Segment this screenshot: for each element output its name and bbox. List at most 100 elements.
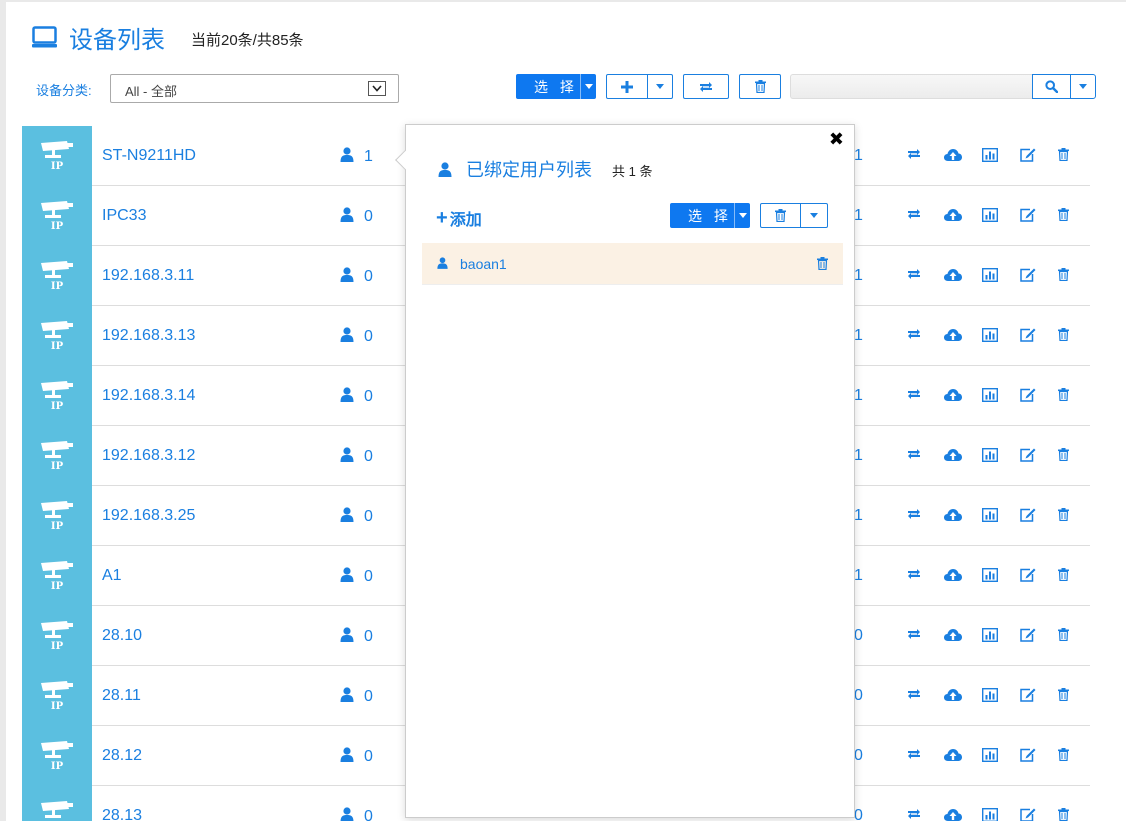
retweet-icon[interactable]	[906, 208, 944, 222]
device-secondary-count[interactable]: 1	[854, 507, 863, 525]
chevron-down-icon[interactable]	[801, 213, 827, 218]
upload-cloud-icon[interactable]	[944, 388, 982, 402]
device-secondary-count[interactable]: 0	[854, 687, 863, 705]
upload-cloud-icon[interactable]	[944, 688, 982, 702]
upload-cloud-icon[interactable]	[944, 628, 982, 642]
bar-chart-icon[interactable]	[982, 808, 1020, 821]
bar-chart-icon[interactable]	[982, 268, 1020, 282]
add-user-button[interactable]: + 添加	[436, 206, 482, 230]
edit-icon[interactable]	[1020, 388, 1058, 402]
trash-icon[interactable]	[1058, 268, 1096, 282]
device-secondary-count[interactable]: 1	[854, 207, 863, 225]
retweet-icon[interactable]	[906, 808, 944, 821]
device-name[interactable]: 192.168.3.13	[102, 327, 195, 345]
device-secondary-count[interactable]: 0	[854, 627, 863, 645]
edit-icon[interactable]	[1020, 208, 1058, 222]
bound-user-row[interactable]: baoan1	[422, 243, 843, 285]
device-name[interactable]: A1	[102, 567, 122, 585]
bound-user-count[interactable]: 1	[340, 147, 373, 167]
trash-icon[interactable]	[1058, 748, 1096, 762]
device-name[interactable]: 28.11	[102, 687, 141, 705]
bar-chart-icon[interactable]	[982, 568, 1020, 582]
retweet-icon[interactable]	[906, 148, 944, 162]
device-secondary-count[interactable]: 1	[854, 327, 863, 345]
retweet-icon[interactable]	[906, 688, 944, 702]
bound-user-count[interactable]: 0	[340, 387, 373, 407]
trash-icon[interactable]	[1058, 208, 1096, 222]
device-name[interactable]: 192.168.3.12	[102, 447, 195, 465]
trash-icon[interactable]	[1058, 508, 1096, 522]
device-secondary-count[interactable]: 1	[854, 147, 863, 165]
category-select[interactable]: All - 全部	[110, 74, 399, 103]
bound-user-count[interactable]: 0	[340, 687, 373, 707]
device-name[interactable]: 192.168.3.11	[102, 267, 194, 285]
trash-icon[interactable]	[1058, 808, 1096, 821]
add-device-split-button[interactable]	[606, 74, 673, 99]
trash-icon[interactable]	[1058, 688, 1096, 702]
search-input[interactable]	[790, 74, 1033, 99]
trash-icon[interactable]	[761, 209, 800, 222]
edit-icon[interactable]	[1020, 568, 1058, 582]
trash-icon[interactable]	[817, 257, 828, 270]
edit-icon[interactable]	[1020, 268, 1058, 282]
device-name[interactable]: 28.10	[102, 627, 142, 645]
device-name[interactable]: 192.168.3.25	[102, 507, 195, 525]
bar-chart-icon[interactable]	[982, 208, 1020, 222]
device-name[interactable]: 192.168.3.14	[102, 387, 195, 405]
search-button[interactable]	[1032, 74, 1071, 99]
trash-icon[interactable]	[1058, 628, 1096, 642]
bar-chart-icon[interactable]	[982, 148, 1020, 162]
bound-user-count[interactable]: 0	[340, 747, 373, 767]
edit-icon[interactable]	[1020, 748, 1058, 762]
chevron-down-icon[interactable]	[648, 84, 672, 89]
bound-user-count[interactable]: 0	[340, 627, 373, 647]
bound-user-count[interactable]: 0	[340, 807, 373, 821]
retweet-icon[interactable]	[906, 448, 944, 462]
trash-icon[interactable]	[1058, 568, 1096, 582]
upload-cloud-icon[interactable]	[944, 328, 982, 342]
edit-icon[interactable]	[1020, 628, 1058, 642]
retweet-icon[interactable]	[906, 268, 944, 282]
device-secondary-count[interactable]: 1	[854, 447, 863, 465]
device-name[interactable]: IPC33	[102, 207, 146, 225]
bar-chart-icon[interactable]	[982, 388, 1020, 402]
trash-icon[interactable]	[1058, 148, 1096, 162]
bound-user-count[interactable]: 0	[340, 267, 373, 287]
upload-cloud-icon[interactable]	[944, 448, 982, 462]
retweet-icon[interactable]	[906, 508, 944, 522]
bar-chart-icon[interactable]	[982, 508, 1020, 522]
edit-icon[interactable]	[1020, 448, 1058, 462]
delete-button[interactable]	[739, 74, 781, 99]
upload-cloud-icon[interactable]	[944, 748, 982, 762]
edit-icon[interactable]	[1020, 328, 1058, 342]
edit-icon[interactable]	[1020, 148, 1058, 162]
upload-cloud-icon[interactable]	[944, 808, 982, 821]
bar-chart-icon[interactable]	[982, 748, 1020, 762]
plus-icon[interactable]	[607, 80, 647, 93]
device-secondary-count[interactable]: 0	[854, 747, 863, 765]
upload-cloud-icon[interactable]	[944, 568, 982, 582]
select-dropdown-button[interactable]: 选 择	[516, 74, 596, 99]
refresh-button[interactable]	[683, 74, 729, 99]
trash-icon[interactable]	[1058, 328, 1096, 342]
edit-icon[interactable]	[1020, 688, 1058, 702]
retweet-icon[interactable]	[906, 388, 944, 402]
bound-user-count[interactable]: 0	[340, 567, 373, 587]
popover-delete-split-button[interactable]	[760, 203, 828, 228]
retweet-icon[interactable]	[906, 748, 944, 762]
retweet-icon[interactable]	[906, 328, 944, 342]
device-name[interactable]: 28.12	[102, 747, 142, 765]
device-secondary-count[interactable]: 1	[854, 567, 863, 585]
bar-chart-icon[interactable]	[982, 328, 1020, 342]
bar-chart-icon[interactable]	[982, 688, 1020, 702]
search-options-button[interactable]	[1070, 74, 1096, 99]
bound-user-count[interactable]: 0	[340, 327, 373, 347]
device-secondary-count[interactable]: 1	[854, 267, 863, 285]
bound-user-count[interactable]: 0	[340, 447, 373, 467]
retweet-icon[interactable]	[906, 568, 944, 582]
trash-icon[interactable]	[1058, 448, 1096, 462]
edit-icon[interactable]	[1020, 808, 1058, 821]
bar-chart-icon[interactable]	[982, 448, 1020, 462]
upload-cloud-icon[interactable]	[944, 208, 982, 222]
retweet-icon[interactable]	[906, 628, 944, 642]
